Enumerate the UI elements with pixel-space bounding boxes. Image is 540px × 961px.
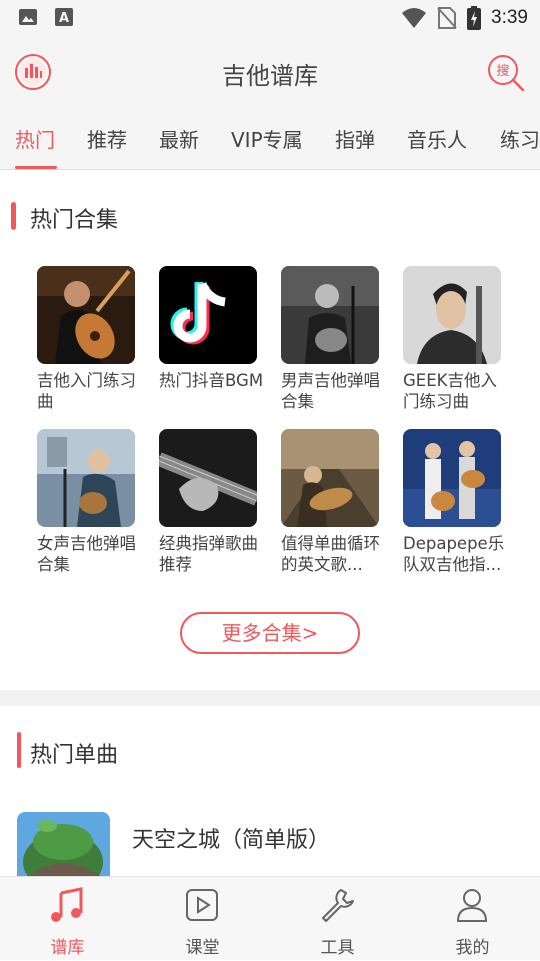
collection-item[interactable]: 值得单曲循环的英文歌... (281, 429, 391, 575)
status-time: 3:39 (491, 7, 528, 28)
active-tab-indicator (15, 166, 57, 169)
collection-item[interactable]: 吉他入门练习曲 (37, 266, 147, 412)
section-divider (0, 690, 540, 706)
collection-cover (37, 266, 135, 364)
nav-item-classroom[interactable]: 课堂 (135, 877, 270, 961)
song-thumbnail[interactable] (17, 812, 110, 878)
collection-label: 热门抖音BGM (159, 371, 264, 390)
battery-icon (467, 6, 482, 30)
status-bar: A 3:39 (0, 0, 540, 36)
bottom-navigation: 谱库 课堂 工具 我的 (0, 876, 540, 960)
category-tabs: 热门 推荐 最新 VIP专属 指弹 音乐人 练习 (0, 108, 540, 170)
collection-label: 值得单曲循环的英文歌... (281, 534, 380, 574)
wrench-icon (322, 889, 354, 922)
wifi-icon (402, 8, 427, 28)
tab-fingerstyle[interactable]: 指弹 (335, 124, 375, 153)
collection-cover (37, 429, 135, 527)
tab-musicians[interactable]: 音乐人 (407, 124, 467, 153)
section-accent-bar (17, 732, 21, 768)
tab-latest[interactable]: 最新 (159, 124, 199, 153)
collection-cover (403, 266, 501, 364)
collection-item[interactable]: 经典指弹歌曲推荐 (159, 429, 269, 575)
collection-item[interactable]: 男声吉他弹唱合集 (281, 266, 391, 412)
nav-item-library[interactable]: 谱库 (0, 877, 135, 961)
collection-label: 男声吉他弹唱合集 (281, 371, 380, 411)
section-accent-bar (11, 202, 16, 230)
nav-label: 工具 (320, 938, 355, 958)
image-icon (19, 9, 37, 25)
play-video-icon (186, 889, 218, 921)
nav-item-profile[interactable]: 我的 (405, 877, 540, 961)
collection-cover (281, 429, 379, 527)
more-collections-button[interactable]: 更多合集> (180, 612, 360, 654)
song-title[interactable]: 天空之城（简单版） (132, 822, 330, 854)
collection-item[interactable]: GEEK吉他入门练习曲 (403, 266, 513, 412)
collection-label: Depapepe乐队双吉他指... (403, 534, 505, 574)
app-header: 吉他谱库 搜 (0, 36, 540, 108)
nav-label: 课堂 (185, 938, 220, 958)
nav-label: 谱库 (50, 938, 85, 958)
tab-recommended[interactable]: 推荐 (87, 124, 127, 153)
tab-practice[interactable]: 练习 (500, 124, 540, 153)
collection-label: 经典指弹歌曲推荐 (159, 534, 258, 574)
collection-item[interactable]: 女声吉他弹唱合集 (37, 429, 147, 575)
collection-item[interactable]: 热门抖音BGM (159, 266, 269, 391)
no-sim-icon (437, 7, 457, 29)
collection-label: 吉他入门练习曲 (37, 371, 136, 411)
search-glyph: 搜 (496, 64, 509, 79)
svg-text:A: A (59, 11, 69, 26)
collection-cover (159, 429, 257, 527)
search-icon[interactable]: 搜 (486, 53, 526, 93)
collection-cover (281, 266, 379, 364)
section-title: 热门合集 (30, 208, 119, 233)
collection-cover (403, 429, 501, 527)
page-title: 吉他谱库 (222, 62, 318, 90)
person-icon (456, 889, 488, 922)
collection-label: 女声吉他弹唱合集 (37, 534, 136, 574)
tab-vip[interactable]: VIP专属 (231, 124, 303, 153)
tab-hot[interactable]: 热门 (15, 124, 55, 153)
section-title: 热门单曲 (30, 743, 119, 768)
a-keyboard-icon: A (55, 8, 73, 26)
collection-cover (159, 266, 257, 364)
collection-item[interactable]: Depapepe乐队双吉他指... (403, 429, 513, 575)
collection-label: GEEK吉他入门练习曲 (403, 371, 497, 411)
music-note-icon (51, 887, 83, 922)
nav-item-tools[interactable]: 工具 (270, 877, 405, 961)
nav-label: 我的 (455, 938, 490, 958)
